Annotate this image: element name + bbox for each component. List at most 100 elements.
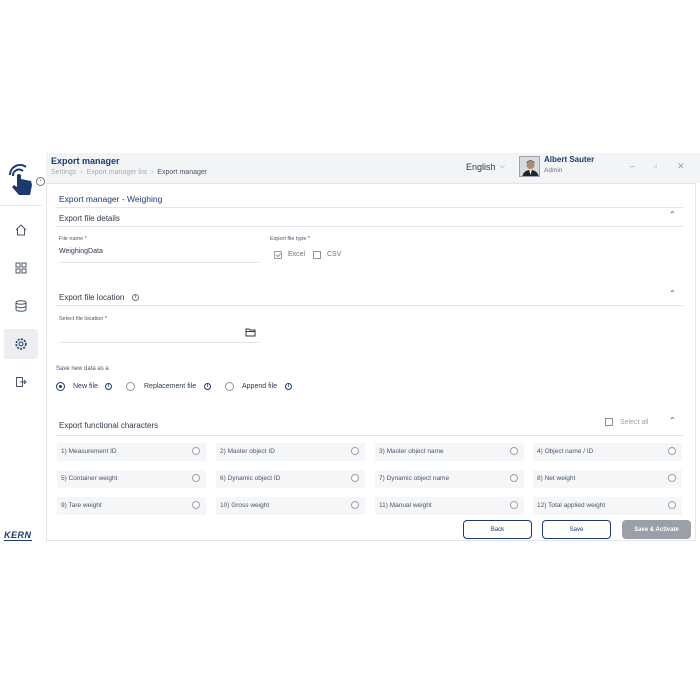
sidebar-item-database[interactable] [4, 291, 38, 321]
language-value: English [466, 162, 496, 172]
new-file-info-icon[interactable]: i [105, 383, 112, 390]
collapse-file-details-chevron-up-icon[interactable]: ⌃ [669, 210, 676, 219]
divider [55, 207, 683, 208]
sidebar-item-logout[interactable] [4, 367, 38, 397]
sidebar-item-home[interactable] [4, 215, 38, 245]
functional-character-label: 2) Master object ID [220, 448, 275, 455]
save-button[interactable]: Save [542, 520, 611, 539]
append-file-info-icon[interactable]: i [285, 383, 292, 390]
functional-character-label: 3) Master object name [379, 448, 444, 455]
functional-character-item[interactable]: 5) Container weight [57, 470, 206, 488]
functional-character-label: 10) Gross weight [220, 502, 270, 509]
functional-character-label: 6) Dynamic object ID [220, 475, 281, 482]
user-name: Albert Sauter [544, 155, 595, 164]
functional-character-item[interactable]: 12) Total applied weight [533, 497, 682, 515]
user-role: Admin [544, 167, 563, 174]
functional-character-radio[interactable] [668, 447, 676, 455]
radio-append-file-label: Append file [242, 383, 278, 390]
functional-character-radio[interactable] [351, 501, 359, 509]
functional-character-radio[interactable] [351, 447, 359, 455]
kern-logo: KERN [4, 530, 32, 541]
functional-character-item[interactable]: 8) Net weight [533, 470, 682, 488]
close-icon[interactable]: ✕ [677, 161, 685, 172]
replacement-file-info-icon[interactable]: i [204, 383, 211, 390]
user-photo-icon [520, 157, 539, 176]
sidebar-item-settings[interactable] [4, 329, 38, 359]
file-type-label: Export file type * [270, 236, 311, 242]
file-location-input[interactable] [59, 328, 239, 338]
chevron-down-icon: ⌵ [499, 163, 505, 170]
functional-character-label: 7) Dynamic object name [379, 475, 450, 482]
sidebar-item-dashboard[interactable] [4, 253, 38, 283]
functional-character-radio[interactable] [351, 474, 359, 482]
breadcrumb-settings[interactable]: Settings [51, 169, 76, 176]
header-bar: Export manager Settings › Export manager… [46, 153, 700, 183]
csv-label: CSV [327, 251, 342, 258]
back-button[interactable]: Back [463, 520, 532, 539]
functional-character-label: 12) Total applied weight [537, 502, 606, 509]
touch-hand-logo-icon [9, 164, 32, 195]
logout-icon [16, 377, 27, 387]
functional-character-radio[interactable] [668, 474, 676, 482]
radio-new-file[interactable] [56, 382, 65, 391]
functional-character-item[interactable]: 11) Manual weight [375, 497, 524, 515]
functional-character-radio[interactable] [192, 474, 200, 482]
save-activate-button[interactable]: Save & Activate [622, 520, 691, 539]
csv-checkbox[interactable] [313, 251, 321, 259]
excel-checkbox[interactable] [274, 251, 282, 259]
functional-character-radio[interactable] [192, 501, 200, 509]
divider [55, 305, 683, 306]
functional-character-radio[interactable] [510, 474, 518, 482]
app-window: › KERN Export manager Settings › Export … [0, 153, 700, 543]
functional-character-label: 8) Net weight [537, 475, 576, 482]
panel-title: Export manager - Weighing [59, 194, 163, 204]
sidebar: › KERN [0, 153, 45, 543]
functional-character-label: 1) Measurement ID [61, 448, 117, 455]
sidebar-divider [0, 205, 42, 206]
functional-character-item[interactable]: 2) Master object ID [216, 443, 365, 461]
functional-character-label: 5) Container weight [61, 475, 118, 482]
maximize-icon[interactable]: ▫ [654, 161, 657, 171]
functional-character-radio[interactable] [668, 501, 676, 509]
collapse-file-location-chevron-up-icon[interactable]: ⌃ [669, 289, 676, 298]
file-name-label: File name * [59, 236, 87, 242]
functional-character-item[interactable]: 7) Dynamic object name [375, 470, 524, 488]
file-details-heading: Export file details [59, 214, 120, 223]
functional-character-radio[interactable] [510, 501, 518, 509]
folder-icon[interactable] [245, 327, 256, 337]
file-name-input[interactable]: WeighingData [59, 248, 103, 255]
grid-icon [15, 262, 27, 274]
radio-append-file[interactable] [225, 382, 234, 391]
functional-character-item[interactable]: 9) Tare weight [57, 497, 206, 515]
functional-character-radio[interactable] [192, 447, 200, 455]
collapse-functional-chevron-up-icon[interactable]: ⌃ [669, 416, 676, 425]
home-icon [15, 224, 27, 236]
collapse-sidebar-button[interactable]: › [36, 177, 45, 186]
functional-character-item[interactable]: 6) Dynamic object ID [216, 470, 365, 488]
breadcrumb-export-manager-list[interactable]: Export manager list [87, 169, 147, 176]
gear-icon [15, 338, 27, 350]
functional-character-item[interactable]: 1) Measurement ID [57, 443, 206, 461]
chevron-right-icon: › [80, 169, 83, 176]
file-location-info-icon[interactable]: i [132, 294, 139, 301]
functional-character-label: 9) Tare weight [61, 502, 102, 509]
page-title: Export manager [51, 156, 120, 166]
file-location-underline [59, 342, 259, 343]
divider [55, 435, 683, 436]
avatar[interactable] [519, 156, 540, 177]
functional-character-item[interactable]: 3) Master object name [375, 443, 524, 461]
language-select[interactable]: English ⌵ [466, 162, 505, 172]
select-all-checkbox[interactable] [605, 418, 613, 426]
functional-character-radio[interactable] [510, 447, 518, 455]
save-as-label: Save new data as a [56, 366, 109, 372]
functional-character-label: 11) Manual weight [379, 502, 432, 509]
select-all-label: Select all [620, 419, 649, 426]
chevron-right-icon: › [150, 169, 154, 176]
radio-replacement-file[interactable] [126, 382, 135, 391]
functional-character-item[interactable]: 10) Gross weight [216, 497, 365, 515]
functional-character-item[interactable]: 4) Object name / ID [533, 443, 682, 461]
functional-character-label: 4) Object name / ID [537, 448, 594, 455]
file-location-label: Select file location * [59, 316, 107, 322]
minimize-icon[interactable]: – [630, 161, 635, 171]
breadcrumb-export-manager: Export manager [157, 169, 208, 176]
